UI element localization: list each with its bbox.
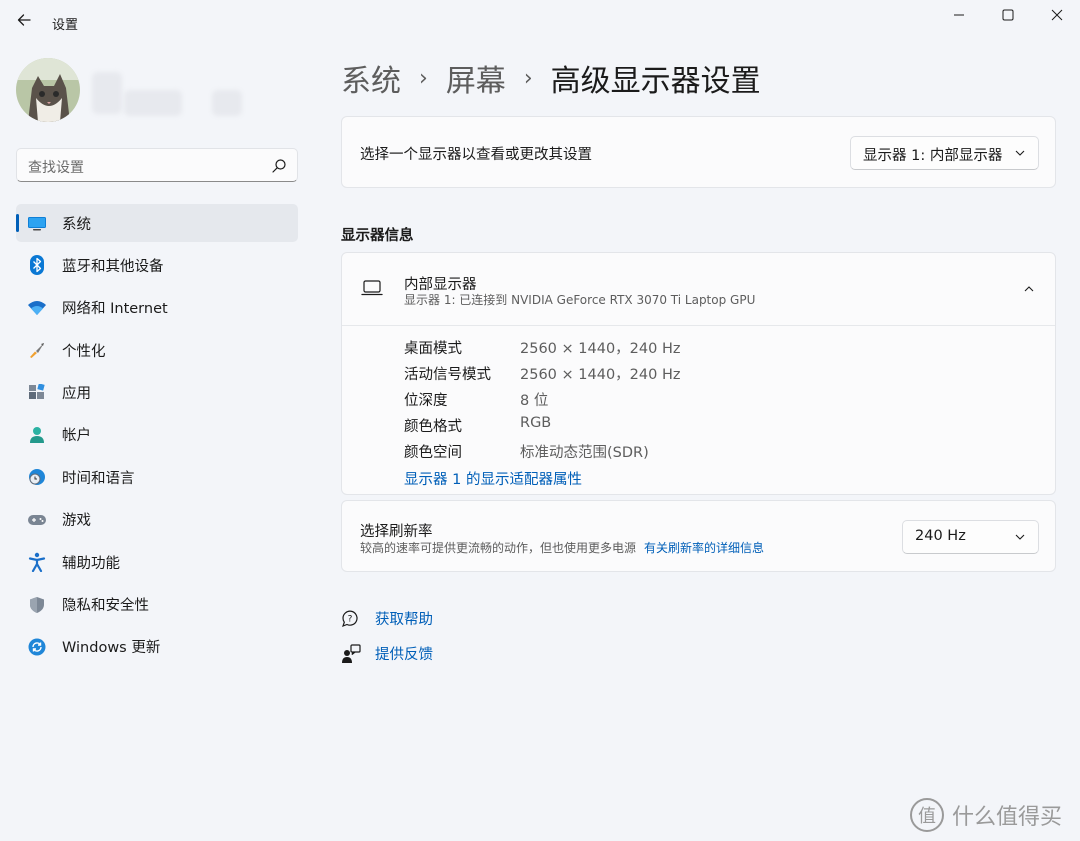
breadcrumb-system[interactable]: 系统 <box>341 56 401 100</box>
refresh-rate-card: 选择刷新率 较高的速率可提供更流畅的动作，但也使用更多电源 有关刷新率的详细信息 … <box>341 500 1056 572</box>
search-input[interactable]: 查找设置 <box>16 148 298 182</box>
refresh-rate-dropdown[interactable]: 240 Hz <box>902 520 1039 554</box>
bluetooth-icon <box>26 255 48 276</box>
select-display-label: 选择一个显示器以查看或更改其设置 <box>360 147 592 163</box>
gamepad-icon <box>26 510 48 530</box>
breadcrumb: 系统 › 屏幕 › 高级显示器设置 <box>341 56 761 100</box>
info-key: 颜色空间 <box>404 445 462 461</box>
watermark: 值 什么值得买 <box>910 798 1062 832</box>
refresh-rate-title: 选择刷新率 <box>360 524 433 540</box>
info-value: 2560 × 1440，240 Hz <box>520 341 681 357</box>
close-button[interactable] <box>1034 0 1080 30</box>
feedback-link[interactable]: 提供反馈 <box>341 643 433 664</box>
title-bar: 设置 <box>0 0 1080 44</box>
avatar[interactable] <box>16 58 80 122</box>
time-language-icon <box>26 467 48 487</box>
display-connection: 显示器 1: 已连接到 NVIDIA GeForce RTX 3070 Ti L… <box>404 293 756 307</box>
refresh-rate-description: 较高的速率可提供更流畅的动作，但也使用更多电源 <box>360 541 637 555</box>
adapter-properties-link[interactable]: 显示器 1 的显示适配器属性 <box>404 468 582 489</box>
back-arrow-icon[interactable] <box>12 8 36 32</box>
profile-name-blur <box>92 72 122 114</box>
sidebar-item-network[interactable]: 网络和 Internet <box>16 289 298 327</box>
breadcrumb-separator: › <box>419 65 428 91</box>
refresh-rate-info-link[interactable]: 有关刷新率的详细信息 <box>644 541 764 555</box>
minimize-icon <box>954 14 964 16</box>
search-icon <box>272 159 286 173</box>
get-help-label: 获取帮助 <box>375 612 433 628</box>
maximize-button[interactable] <box>985 0 1031 30</box>
watermark-logo-icon: 值 <box>910 798 944 832</box>
sidebar-item-gaming[interactable]: 游戏 <box>16 501 298 539</box>
get-help-link[interactable]: ? 获取帮助 <box>341 608 433 629</box>
display-info-card: 内部显示器 显示器 1: 已连接到 NVIDIA GeForce RTX 307… <box>341 252 1056 495</box>
refresh-rate-value: 240 Hz <box>915 528 966 544</box>
svg-text:?: ? <box>348 614 353 624</box>
maximize-icon <box>1002 9 1014 21</box>
update-icon <box>26 637 48 657</box>
search-placeholder: 查找设置 <box>28 160 84 176</box>
sidebar-item-apps[interactable]: 应用 <box>16 374 298 412</box>
profile-name-blur <box>124 90 182 116</box>
apps-icon <box>26 383 48 403</box>
sidebar-item-bluetooth[interactable]: 蓝牙和其他设备 <box>16 246 298 284</box>
feedback-label: 提供反馈 <box>375 647 433 663</box>
info-key: 桌面模式 <box>404 341 462 357</box>
wifi-icon <box>26 298 48 318</box>
feedback-icon <box>341 643 361 664</box>
minimize-button[interactable] <box>936 0 982 30</box>
sidebar-item-time-language[interactable]: 时间和语言 <box>16 458 298 496</box>
display-select-value: 显示器 1: 内部显示器 <box>863 148 1003 164</box>
chevron-down-icon <box>1015 534 1025 540</box>
sidebar-item-system[interactable]: 系统 <box>16 204 298 242</box>
page-title: 高级显示器设置 <box>550 64 761 99</box>
close-icon <box>1051 9 1063 21</box>
section-title: 显示器信息 <box>341 228 414 244</box>
sidebar-item-windows-update[interactable]: Windows 更新 <box>16 628 298 666</box>
refresh-rate-description-row: 较高的速率可提供更流畅的动作，但也使用更多电源 有关刷新率的详细信息 <box>360 539 764 556</box>
info-key: 活动信号模式 <box>404 367 491 383</box>
help-chat-icon: ? <box>341 609 361 629</box>
shield-icon <box>26 595 48 615</box>
breadcrumb-display[interactable]: 屏幕 <box>446 56 506 100</box>
chevron-down-icon <box>1015 150 1025 156</box>
display-info-header[interactable]: 内部显示器 显示器 1: 已连接到 NVIDIA GeForce RTX 307… <box>342 253 1055 326</box>
info-value: 8 位 <box>520 393 549 409</box>
account-icon <box>26 425 48 445</box>
sidebar-item-personalization[interactable]: 个性化 <box>16 331 298 369</box>
profile-email-blur <box>212 90 242 116</box>
sidebar-item-privacy[interactable]: 隐私和安全性 <box>16 586 298 624</box>
watermark-text: 什么值得买 <box>952 805 1063 830</box>
breadcrumb-separator: › <box>523 65 533 91</box>
select-display-card: 选择一个显示器以查看或更改其设置 显示器 1: 内部显示器 <box>341 116 1056 188</box>
info-value: RGB <box>520 415 552 431</box>
info-value: 标准动态范围(SDR) <box>520 445 649 461</box>
info-key: 颜色格式 <box>404 419 462 435</box>
sidebar-item-accessibility[interactable]: 辅助功能 <box>16 543 298 581</box>
brush-icon <box>26 340 48 360</box>
info-value: 2560 × 1440，240 Hz <box>520 367 681 383</box>
laptop-icon <box>361 280 383 296</box>
display-select-dropdown[interactable]: 显示器 1: 内部显示器 <box>850 136 1039 170</box>
sidebar-nav: 系统 蓝牙和其他设备 网络和 Internet 个性化 应用 帐户 时间和语言 … <box>16 204 298 670</box>
system-icon <box>26 213 48 233</box>
chevron-up-icon[interactable] <box>1023 283 1035 295</box>
info-key: 位深度 <box>404 393 448 409</box>
accessibility-icon <box>26 552 48 573</box>
sidebar-item-accounts[interactable]: 帐户 <box>16 416 298 454</box>
app-title: 设置 <box>52 18 79 33</box>
